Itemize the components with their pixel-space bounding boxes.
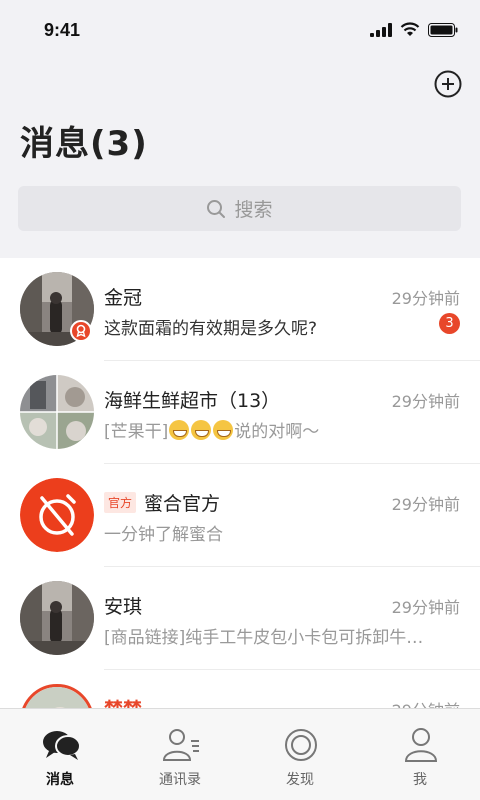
tab-label: 发现 (286, 772, 314, 788)
tab-contacts[interactable]: 通讯录 (120, 709, 240, 800)
profile-icon (404, 728, 438, 762)
status-time: 9:41 (44, 20, 81, 40)
search-placeholder: 搜索 (234, 199, 273, 221)
tab-label: 我 (413, 772, 427, 788)
preview-prefix: [芒果干] (104, 422, 169, 442)
battery-icon (428, 22, 458, 37)
message-time: 29分钟前 (391, 598, 460, 617)
contact-name: 蜜合官方 (144, 493, 221, 515)
message-preview: 一分钟了解蜜合 (104, 525, 223, 545)
conversation-item[interactable]: 海鲜生鲜超市（13） 29分钟前 [芒果干] 说的对啊～ (0, 361, 480, 464)
message-preview: [芒果干] 说的对啊～ (104, 417, 434, 442)
message-time: 29分钟前 (391, 495, 460, 514)
grin-emoji-icon (169, 420, 190, 440)
status-bar: 9:41 (0, 0, 480, 62)
contact-name: 海鲜生鲜超市（13） (104, 390, 281, 412)
crown-badge-icon (70, 320, 92, 342)
contact-name: 安琪 (104, 596, 143, 618)
avatar (20, 581, 94, 655)
group-avatar (20, 375, 94, 449)
name-line: 安琪 (104, 592, 142, 619)
tab-discover[interactable]: 发现 (240, 709, 360, 800)
official-tag: 官方 (104, 492, 137, 513)
discover-icon (285, 729, 317, 761)
signal-icon (370, 22, 392, 37)
tab-profile[interactable]: 我 (360, 709, 480, 800)
unread-badge: 3 (439, 313, 460, 334)
page-title: 消息(3) (20, 124, 148, 164)
message-preview: [商品链接]纯手工牛皮包小卡包可拆卸牛皮手环 (104, 628, 434, 648)
message-preview: 这款面霜的有效期是多久呢? (104, 319, 318, 339)
status-icons (370, 22, 458, 37)
tab-bar: 消息 通讯录 发现 我 (0, 708, 480, 800)
grin-emoji-icon (191, 420, 212, 440)
search-input[interactable]: 搜索 (18, 186, 461, 231)
tab-label: 消息 (46, 772, 74, 788)
contact-name: 金冠 (104, 287, 143, 309)
name-line: 海鲜生鲜超市（13） (104, 386, 280, 413)
official-logo-avatar (20, 478, 94, 552)
conversation-item[interactable]: 官方 蜜合官方 29分钟前 一分钟了解蜜合 (0, 464, 480, 567)
contacts-icon (162, 729, 199, 761)
name-line: 金冠 (104, 283, 142, 310)
conversation-item[interactable]: 金冠 29分钟前 这款面霜的有效期是多久呢? 3 (0, 258, 480, 361)
message-time: 29分钟前 (391, 289, 460, 308)
add-button[interactable] (434, 70, 462, 98)
name-line: 官方 蜜合官方 (104, 489, 220, 516)
search-icon (207, 199, 226, 218)
tab-messages[interactable]: 消息 (0, 709, 120, 800)
chat-bubbles-icon (43, 731, 81, 760)
preview-suffix: 说的对啊～ (234, 422, 320, 442)
grin-emoji-icon (213, 420, 234, 440)
plus-circle-icon (434, 70, 462, 98)
wifi-icon (400, 22, 420, 36)
conversation-item[interactable]: 安琪 29分钟前 [商品链接]纯手工牛皮包小卡包可拆卸牛皮手环 (0, 567, 480, 670)
tab-label: 通讯录 (159, 772, 201, 788)
message-time: 29分钟前 (391, 392, 460, 411)
